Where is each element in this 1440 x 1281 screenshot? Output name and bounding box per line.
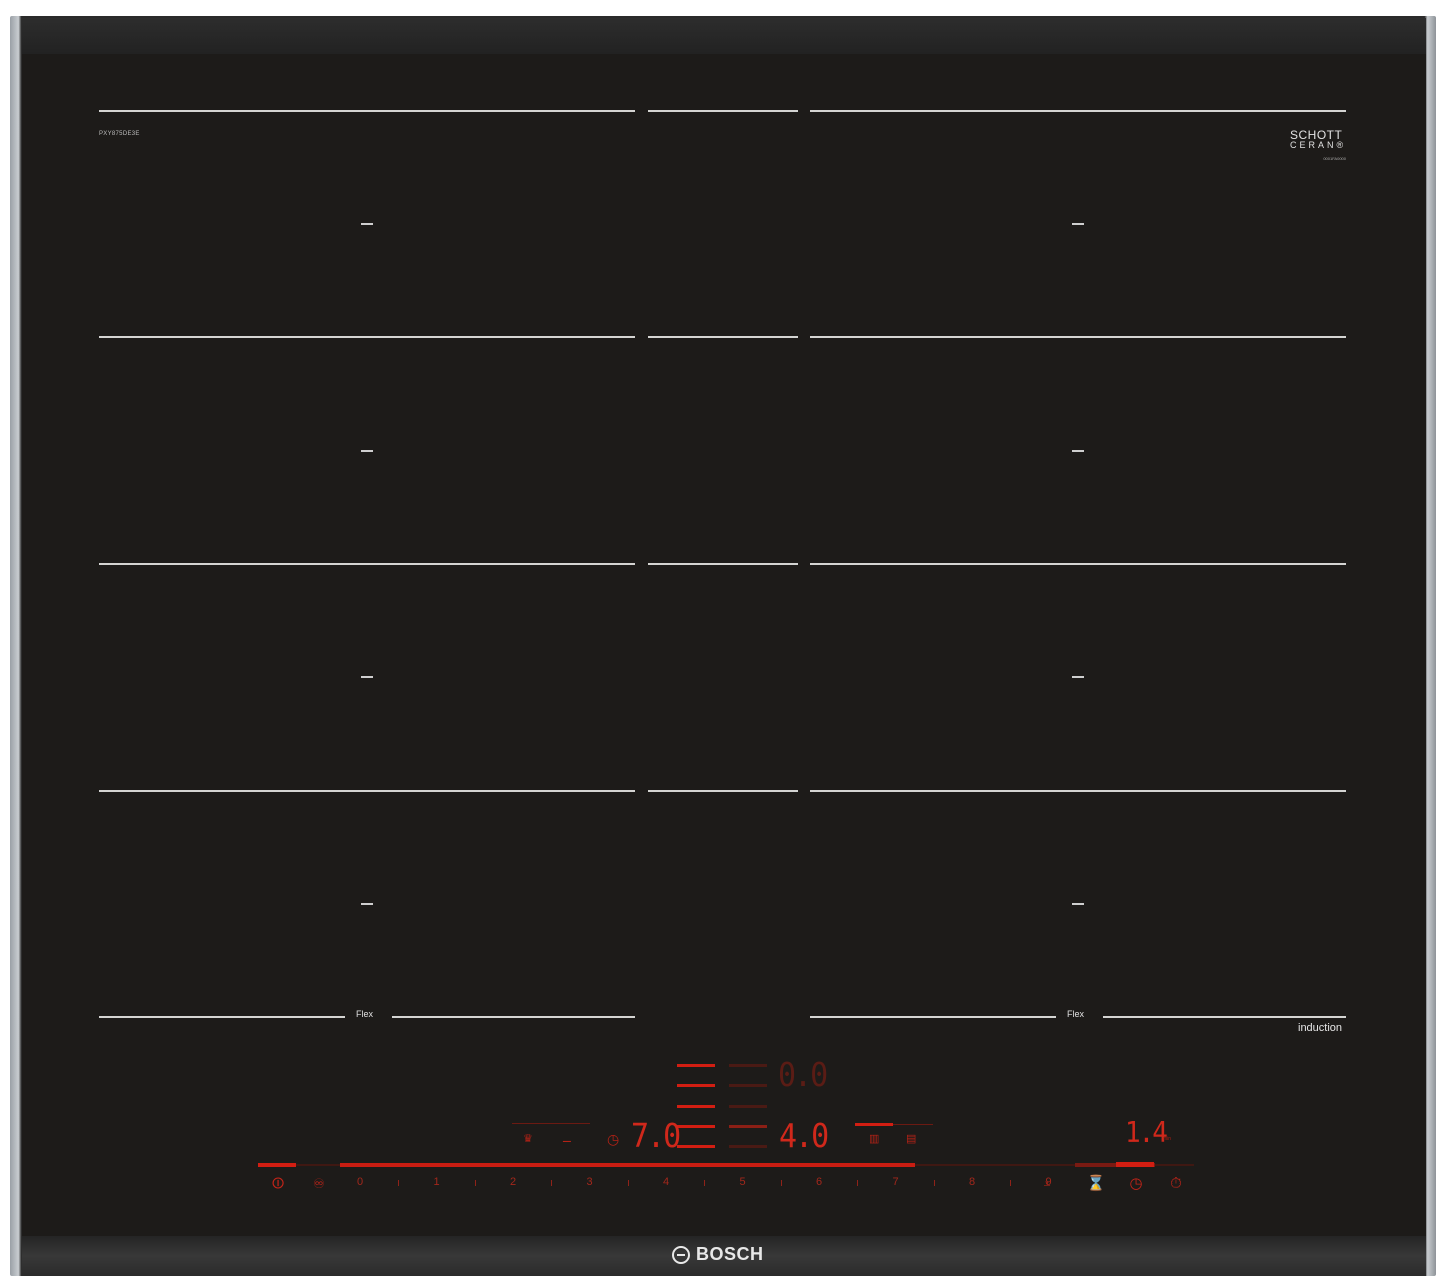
move-function-bar <box>855 1123 893 1126</box>
move-function-icon[interactable]: ▥ <box>869 1133 879 1145</box>
zone-level-display-left: 7.0 <box>631 1117 681 1156</box>
zone-center-mark <box>1072 223 1084 225</box>
zone-indicator-bar <box>729 1064 767 1067</box>
zone-indicator-bar <box>677 1145 715 1148</box>
flex-zone-label-right: Flex <box>1063 1009 1089 1019</box>
zone-boundary-line <box>99 563 635 565</box>
zone-center-mark <box>361 903 373 905</box>
boost-icon[interactable]: ⩡ <box>1036 1175 1058 1193</box>
zone-boundary-line <box>648 790 798 792</box>
bosch-logo: BOSCH <box>672 1244 764 1265</box>
power-slider-fill[interactable] <box>340 1163 915 1167</box>
zone-boundary-line <box>1103 1016 1346 1018</box>
zone-indicator-bar <box>729 1084 767 1087</box>
zone-indicator-bar <box>677 1105 715 1108</box>
zone-boundary-line <box>648 336 798 338</box>
function-divider <box>512 1123 590 1124</box>
zone-boundary-line <box>810 790 1346 792</box>
hourglass-timer-icon[interactable]: ⌛ <box>1085 1175 1107 1193</box>
function-divider <box>893 1124 933 1125</box>
power-level-4[interactable]: 4 <box>656 1176 676 1188</box>
zone-indicator-bar <box>677 1125 715 1128</box>
power-half-step-tick[interactable] <box>780 1180 782 1186</box>
power-level-1[interactable]: 1 <box>427 1176 447 1188</box>
power-key-bar <box>258 1163 296 1167</box>
flex-zone-label-left: Flex <box>352 1009 378 1019</box>
zone-indicator-bar <box>677 1064 715 1067</box>
zone-center-mark <box>361 450 373 452</box>
zone-boundary-line <box>810 563 1346 565</box>
zone-boundary-line <box>392 1016 635 1018</box>
zone-boundary-line <box>648 563 798 565</box>
zone-level-display-right: 4.0 <box>779 1117 829 1156</box>
kitchen-timer-icon[interactable]: ◷ <box>1125 1175 1147 1193</box>
program-icon[interactable]: ▤ <box>906 1133 916 1145</box>
power-half-step-tick[interactable] <box>398 1180 400 1186</box>
zone-center-mark <box>361 223 373 225</box>
cooking-timer-icon[interactable]: ⏱ <box>1165 1175 1187 1193</box>
zone-indicator-bar <box>677 1084 715 1087</box>
zone-indicator-bar <box>729 1105 767 1108</box>
glass-brand-line2: CERAN® <box>1290 140 1347 150</box>
induction-label: induction <box>1298 1022 1343 1034</box>
power-half-step-tick[interactable] <box>474 1180 476 1186</box>
frying-icon[interactable]: ♛ <box>523 1133 533 1145</box>
zone-center-mark <box>1072 676 1084 678</box>
zone-boundary-line <box>648 110 798 112</box>
power-half-step-tick[interactable] <box>551 1180 553 1186</box>
power-level-5[interactable]: 5 <box>733 1176 753 1188</box>
power-half-step-tick[interactable] <box>857 1180 859 1186</box>
power-level-6[interactable]: 6 <box>809 1176 829 1188</box>
power-half-step-tick[interactable] <box>627 1180 629 1186</box>
power-level-0[interactable]: 0 <box>350 1176 370 1188</box>
zone-center-mark <box>1072 903 1084 905</box>
frame-top-band <box>22 18 1426 54</box>
timer-active-bar <box>1116 1162 1154 1167</box>
glass-brand-code: 0001FA0000 <box>1323 156 1346 161</box>
pan-sensor-icon[interactable]: ⚊ <box>562 1133 572 1145</box>
zone-boundary-line <box>810 1016 1056 1018</box>
power-icon[interactable]: ⏼ <box>267 1175 289 1193</box>
glass-brand-logo: SCHOTT CERAN® 0001FA0000 <box>1290 129 1347 161</box>
zone-boundary-line <box>810 336 1346 338</box>
manufacturer-name: BOSCH <box>696 1244 764 1264</box>
zone-boundary-line <box>99 336 635 338</box>
power-level-3[interactable]: 3 <box>580 1176 600 1188</box>
cooking-timer-icon[interactable]: ◷ <box>607 1132 619 1146</box>
zone-boundary-line <box>99 110 635 112</box>
zone-boundary-line <box>99 1016 345 1018</box>
child-lock-icon[interactable]: ♾ <box>308 1175 330 1193</box>
power-half-step-tick[interactable] <box>933 1180 935 1186</box>
zone-center-mark <box>1072 450 1084 452</box>
zone-boundary-line <box>810 110 1346 112</box>
power-level-2[interactable]: 2 <box>503 1176 523 1188</box>
timer-display: 1.4 <box>1125 1116 1168 1150</box>
zone-center-mark <box>361 676 373 678</box>
power-level-8[interactable]: 8 <box>962 1176 982 1188</box>
bosch-armature-icon <box>672 1245 690 1264</box>
power-half-step-tick[interactable] <box>704 1180 706 1186</box>
power-half-step-tick[interactable] <box>1010 1180 1012 1186</box>
zone-boundary-line <box>99 790 635 792</box>
ceramic-glass <box>22 18 1426 1274</box>
zone-level-display-rear: 0.0 <box>778 1056 828 1095</box>
model-code: PXY875DE3E <box>99 131 140 137</box>
zone-indicator-bar <box>729 1145 767 1148</box>
zone-indicator-bar <box>729 1125 767 1128</box>
power-level-7[interactable]: 7 <box>886 1176 906 1188</box>
timer-unit: min <box>1163 1136 1172 1142</box>
